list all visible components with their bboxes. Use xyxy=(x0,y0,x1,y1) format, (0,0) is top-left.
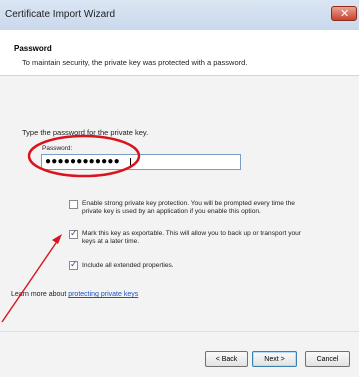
close-icon: ✕ xyxy=(340,8,350,20)
certificate-import-wizard-window: Certificate Import Wizard ✕ Password To … xyxy=(0,0,359,377)
page-title: Password xyxy=(14,44,52,53)
wizard-footer: < Back Next > Cancel xyxy=(0,331,359,377)
next-button[interactable]: Next > xyxy=(252,351,297,367)
exportable-checkbox[interactable] xyxy=(69,228,78,239)
exportable-label: Mark this key as exportable. This will a… xyxy=(82,230,302,245)
password-field[interactable]: ●●●●●●●●●●●● xyxy=(41,154,241,170)
back-button[interactable]: < Back xyxy=(205,351,248,367)
learn-more-text: Learn more about protecting private keys xyxy=(11,291,139,298)
strong-protection-checkbox[interactable] xyxy=(69,200,78,209)
strong-protection-label: Enable strong private key protection. Yo… xyxy=(82,200,295,215)
password-value: ●●●●●●●●●●●● xyxy=(45,156,120,167)
password-label: Password: xyxy=(42,145,73,152)
wizard-header: Password To maintain security, the priva… xyxy=(0,30,359,76)
close-button[interactable]: ✕ xyxy=(331,6,357,21)
window-title: Certificate Import Wizard xyxy=(5,9,116,20)
password-prompt: Type the password for the private key. xyxy=(22,128,149,137)
page-description: To maintain security, the private key wa… xyxy=(22,58,248,67)
text-cursor xyxy=(130,158,131,167)
title-bar: Certificate Import Wizard ✕ xyxy=(0,0,359,31)
cancel-button[interactable]: Cancel xyxy=(305,351,350,367)
extended-properties-label: Include all extended properties. xyxy=(82,262,174,269)
extended-properties-checkbox[interactable] xyxy=(69,259,78,270)
protecting-private-keys-link[interactable]: protecting private keys xyxy=(68,291,138,298)
